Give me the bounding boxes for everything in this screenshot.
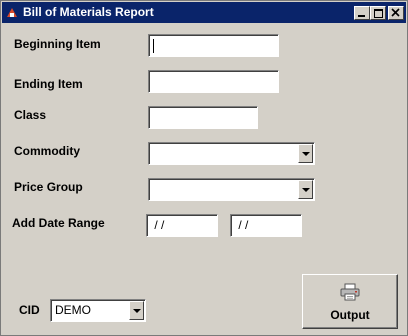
commodity-label: Commodity	[14, 144, 80, 158]
cid-label: CID	[19, 303, 40, 317]
title-bar[interactable]: Bill of Materials Report	[2, 2, 406, 23]
chevron-down-icon[interactable]	[129, 301, 144, 320]
start-date-input[interactable]: / /	[146, 214, 218, 237]
end-date-value: / /	[235, 218, 249, 232]
ending-item-input[interactable]	[148, 70, 279, 93]
beginning-item-input[interactable]	[148, 34, 279, 57]
output-button-label: Output	[330, 308, 370, 322]
text-caret	[153, 39, 154, 53]
ending-item-label: Ending Item	[14, 77, 83, 91]
output-button[interactable]: Output	[302, 274, 398, 329]
class-input[interactable]	[148, 106, 258, 129]
class-label: Class	[14, 108, 47, 122]
close-icon[interactable]	[388, 6, 404, 20]
beginning-item-label: Beginning Item	[14, 37, 101, 51]
report-window: Bill of Materials Report Beginning Item …	[0, 0, 408, 336]
window-title: Bill of Materials Report	[23, 5, 154, 19]
chevron-down-icon[interactable]	[298, 144, 313, 163]
price-group-label: Price Group	[14, 180, 83, 194]
start-date-value: / /	[151, 218, 165, 232]
cid-value: DEMO	[55, 303, 91, 317]
maximize-icon[interactable]	[370, 6, 386, 20]
printer-icon	[340, 283, 360, 301]
minimize-icon[interactable]	[354, 6, 370, 20]
chevron-down-icon[interactable]	[298, 180, 313, 199]
app-icon	[5, 6, 19, 19]
commodity-select[interactable]	[148, 142, 315, 165]
end-date-input[interactable]: / /	[230, 214, 302, 237]
price-group-select[interactable]	[148, 178, 315, 201]
cid-select[interactable]: DEMO	[50, 299, 146, 322]
date-range-label: Add Date Range	[12, 216, 105, 230]
